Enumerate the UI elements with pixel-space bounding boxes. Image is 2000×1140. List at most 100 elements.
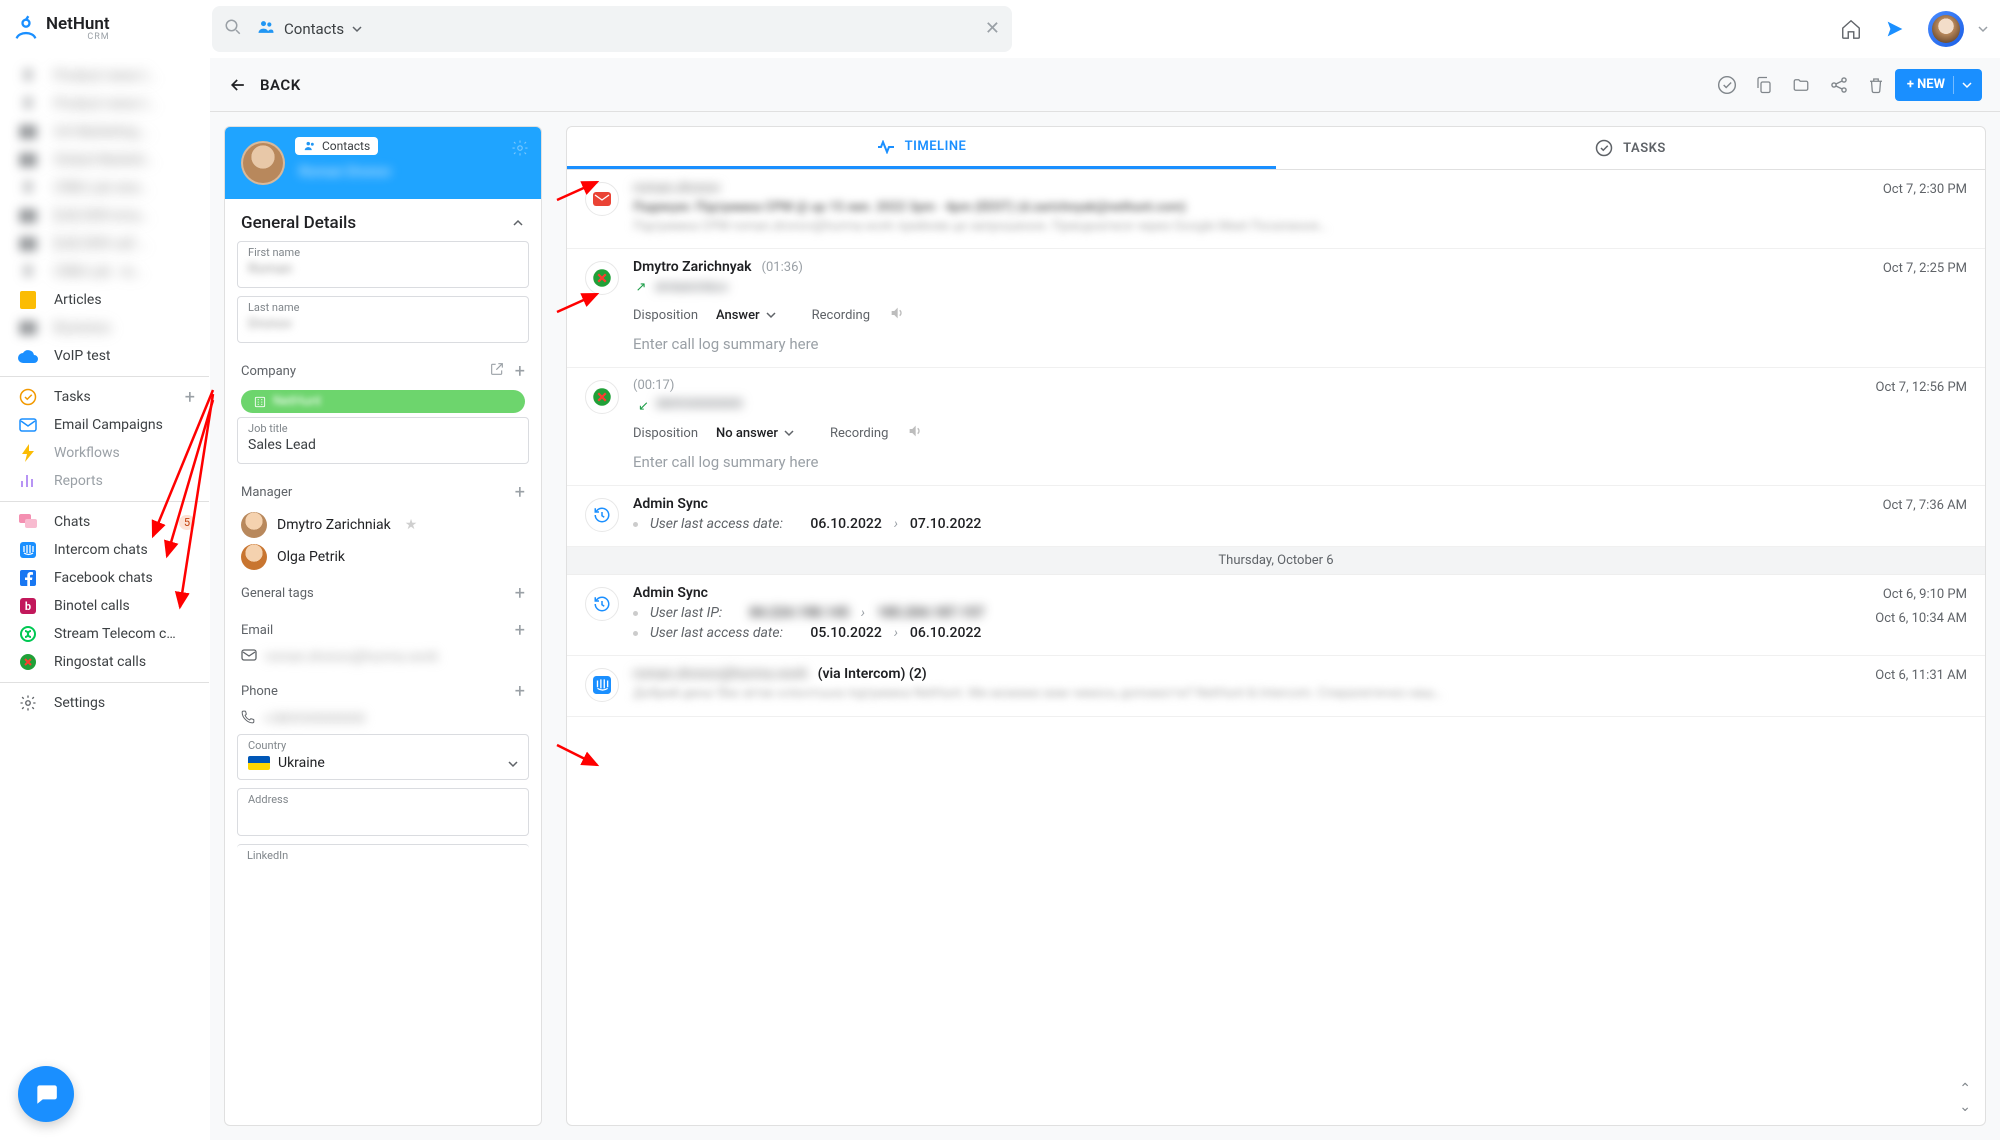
sidebar-item-voip[interactable]: VoIP test bbox=[0, 342, 209, 370]
delete-icon[interactable] bbox=[1867, 75, 1885, 95]
sidebar-item-campaigns[interactable]: Email Campaigns bbox=[0, 411, 209, 439]
last-name-field[interactable]: Last nameDronov bbox=[237, 296, 529, 343]
contacts-icon bbox=[256, 17, 276, 41]
disposition-select[interactable]: No answer bbox=[716, 426, 794, 441]
tab-tasks[interactable]: TASKS bbox=[1276, 127, 1985, 169]
home-icon[interactable] bbox=[1840, 18, 1862, 40]
notification-icon[interactable] bbox=[1884, 18, 1906, 40]
move-folder-icon[interactable] bbox=[1791, 76, 1811, 94]
list-icon: ☰ bbox=[18, 96, 38, 112]
svg-text:b: b bbox=[25, 600, 31, 613]
play-audio-icon[interactable] bbox=[888, 305, 906, 325]
sidebar-item-reports[interactable]: Reports bbox=[0, 467, 209, 495]
avatar-dropdown-icon[interactable] bbox=[1978, 24, 1988, 34]
contact-name-blurred: Roman Dronov bbox=[299, 164, 391, 180]
logo[interactable]: NetHunt CRM bbox=[12, 15, 202, 43]
chevron-down-icon bbox=[352, 24, 362, 34]
sidebar-item-stream[interactable]: Stream Telecom c… bbox=[0, 620, 209, 648]
sidebar-item-facebook[interactable]: Facebook chats bbox=[0, 564, 209, 592]
manager-chip[interactable]: Dmytro Zarichniak★ bbox=[225, 509, 541, 541]
tab-label: TASKS bbox=[1623, 141, 1666, 156]
tab-timeline[interactable]: TIMELINE bbox=[567, 127, 1276, 169]
timeline-item-email[interactable]: roman.dronov Подякую: Підтримка СРМ @ up… bbox=[567, 170, 1985, 249]
sidebar-item-intercom[interactable]: Intercom chats bbox=[0, 536, 209, 564]
sidebar-folder[interactable]: ☰CRM Lab new… bbox=[0, 174, 209, 202]
contact-photo[interactable] bbox=[241, 141, 285, 185]
add-icon[interactable]: + bbox=[515, 361, 525, 382]
section-general-header[interactable]: General Details bbox=[225, 199, 541, 241]
section-title-label: General Details bbox=[241, 213, 356, 233]
sidebar-label: Chats bbox=[54, 514, 90, 530]
share-icon[interactable] bbox=[1829, 75, 1849, 95]
sidebar-item-settings[interactable]: Settings bbox=[0, 689, 209, 717]
add-icon[interactable]: + bbox=[515, 482, 525, 503]
linkedin-field[interactable]: LinkedIn bbox=[237, 844, 529, 862]
job-title-field[interactable]: Job titleSales Lead bbox=[237, 417, 529, 464]
sidebar-folder[interactable]: ☰CRM Lab · re… bbox=[0, 258, 209, 286]
add-icon[interactable]: + bbox=[515, 583, 525, 604]
timeline-item-sync[interactable]: Admin Sync User last access date: 06.10.… bbox=[567, 486, 1985, 547]
sidebar-label: Email Campaigns bbox=[54, 417, 163, 433]
sidebar-folder[interactable]: Business bbox=[0, 314, 209, 342]
sync-title: Admin Sync bbox=[633, 585, 1967, 601]
call-summary-input[interactable]: Enter call log summary here bbox=[633, 335, 1967, 353]
list-icon: ☰ bbox=[18, 180, 38, 196]
sidebar-folder[interactable]: [UA] SDR ema… bbox=[0, 202, 209, 230]
manager-chip[interactable]: Olga Petrik bbox=[225, 541, 541, 573]
support-chat-bubble[interactable] bbox=[18, 1066, 74, 1122]
recording-label: Recording bbox=[830, 426, 888, 441]
board-icon bbox=[18, 125, 38, 139]
copy-icon[interactable] bbox=[1755, 75, 1773, 95]
scroll-up-icon[interactable]: ⌃ bbox=[1959, 1081, 1971, 1097]
timeline-item-sync[interactable]: Admin Sync User last IP: 84.224.198.145›… bbox=[567, 575, 1985, 655]
sidebar-label: Ringostat calls bbox=[54, 654, 146, 670]
sidebar-folder[interactable]: ☰Product news l… bbox=[0, 90, 209, 118]
add-icon[interactable]: + bbox=[515, 620, 525, 641]
sidebar-folder[interactable]: [UA] SDR call … bbox=[0, 230, 209, 258]
sidebar-item-chats[interactable]: Chats 5 bbox=[0, 508, 209, 536]
call-duration: (00:17) bbox=[633, 378, 674, 393]
search-box[interactable]: Contacts ✕ bbox=[212, 6, 1012, 52]
sidebar-item-ringostat[interactable]: Ringostat calls bbox=[0, 648, 209, 676]
back-button[interactable]: BACK bbox=[228, 75, 301, 95]
address-field[interactable]: Address bbox=[237, 788, 529, 836]
timeline-time: Oct 6, 11:31 AM bbox=[1875, 668, 1967, 683]
call-summary-input[interactable]: Enter call log summary here bbox=[633, 453, 1967, 471]
new-button[interactable]: + NEW bbox=[1895, 69, 1982, 101]
star-icon[interactable]: ★ bbox=[405, 517, 418, 533]
company-field-header: Company + bbox=[225, 351, 541, 388]
open-link-icon[interactable] bbox=[489, 361, 505, 382]
chat-badge: 5 bbox=[179, 515, 195, 530]
sidebar-item-workflows[interactable]: Workflows bbox=[0, 439, 209, 467]
mark-done-icon[interactable] bbox=[1717, 75, 1737, 95]
disposition-select[interactable]: Answer bbox=[716, 308, 776, 323]
timeline-item-call[interactable]: (00:17) ↗380930000000 Disposition No ans… bbox=[567, 368, 1985, 486]
user-avatar[interactable] bbox=[1928, 11, 1964, 47]
sidebar-item-binotel[interactable]: bBinotel calls bbox=[0, 592, 209, 620]
contacts-chip[interactable]: Contacts bbox=[295, 137, 378, 155]
chevron-up-icon bbox=[511, 216, 525, 230]
tabs: TIMELINE TASKS bbox=[567, 127, 1985, 170]
scroll-down-icon[interactable]: ⌄ bbox=[1959, 1099, 1971, 1115]
sidebar-item-tasks[interactable]: Tasks+ bbox=[0, 383, 209, 411]
company-chip[interactable]: NetHunt bbox=[241, 390, 525, 413]
timeline-item-call[interactable]: Dmytro Zarichnyak (01:36) ↗dmbelchikov D… bbox=[567, 249, 1985, 368]
sidebar-folder[interactable]: Global Marketi… bbox=[0, 146, 209, 174]
timeline-body[interactable]: roman.dronov Подякую: Підтримка СРМ @ up… bbox=[567, 170, 1985, 1125]
first-name-field[interactable]: First nameRoman bbox=[237, 241, 529, 288]
country-select[interactable]: Country Ukraine bbox=[237, 734, 529, 780]
email-value-row[interactable]: roman.dronov@hurma.work bbox=[225, 647, 541, 671]
tab-label: TIMELINE bbox=[905, 139, 967, 154]
phone-value-row[interactable]: +380930000000 bbox=[225, 708, 541, 734]
timeline-item-intercom[interactable]: roman.dronov@hurma.work (via Intercom) (… bbox=[567, 655, 1985, 717]
sidebar-folder[interactable]: UA Marketing … bbox=[0, 118, 209, 146]
add-task-icon[interactable]: + bbox=[185, 387, 195, 408]
sidebar-folder[interactable]: ☰Product news l… bbox=[0, 62, 209, 90]
clear-search-icon[interactable]: ✕ bbox=[985, 18, 1000, 39]
add-icon[interactable]: + bbox=[515, 681, 525, 702]
play-audio-icon[interactable] bbox=[906, 423, 924, 443]
search-scope-selector[interactable]: Contacts bbox=[256, 17, 362, 41]
sidebar-item-articles[interactable]: Articles bbox=[0, 286, 209, 314]
details-gear-icon[interactable] bbox=[511, 139, 529, 161]
scroll-controls[interactable]: ⌃ ⌄ bbox=[1959, 1081, 1971, 1115]
